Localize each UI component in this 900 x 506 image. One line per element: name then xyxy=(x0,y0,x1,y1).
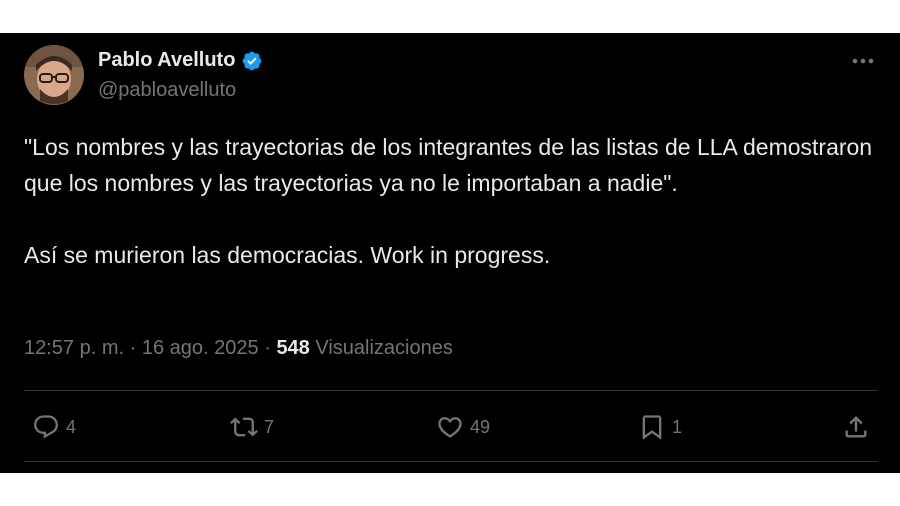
verified-icon xyxy=(241,50,263,72)
views-label: Visualizaciones xyxy=(315,337,453,359)
meta-separator: · xyxy=(129,337,137,359)
share-button[interactable] xyxy=(842,407,870,447)
like-count: 49 xyxy=(470,416,491,437)
retweet-button[interactable]: 7 xyxy=(230,407,274,447)
author-handle[interactable]: @pabloavelluto xyxy=(98,79,236,102)
author-name-text[interactable]: Pablo Avelluto xyxy=(98,49,235,72)
tweet-paragraph: "Los nombres y las trayectorias de los i… xyxy=(24,134,873,196)
tweet-card: Pablo Avelluto @pabloavelluto "Los nombr… xyxy=(0,33,900,473)
views-count[interactable]: 548 xyxy=(276,337,309,359)
retweet-icon xyxy=(230,417,258,437)
reply-icon xyxy=(34,415,58,439)
tweet-meta: 12:57 p. m. · 16 ago. 2025 · 548 Visuali… xyxy=(24,337,453,360)
reply-count: 4 xyxy=(66,416,77,437)
like-icon xyxy=(438,417,462,438)
tweet-date[interactable]: 16 ago. 2025 xyxy=(142,337,259,359)
share-icon xyxy=(845,416,867,438)
tweet-text: "Los nombres y las trayectorias de los i… xyxy=(24,129,874,273)
bookmark-icon xyxy=(642,415,662,440)
tweet-paragraph: Así se murieron las democracias. Work in… xyxy=(24,242,551,268)
action-bar: 4 7 49 1 xyxy=(24,407,878,447)
author-name[interactable]: Pablo Avelluto xyxy=(98,49,263,72)
meta-separator: · xyxy=(264,337,271,359)
bookmark-button[interactable]: 1 xyxy=(638,407,682,447)
like-button[interactable]: 49 xyxy=(436,407,490,447)
divider xyxy=(24,461,878,462)
divider xyxy=(24,390,878,391)
bookmark-count: 1 xyxy=(672,416,683,437)
reply-button[interactable]: 4 xyxy=(32,407,76,447)
avatar[interactable] xyxy=(24,45,84,105)
retweet-count: 7 xyxy=(264,416,275,437)
more-icon[interactable] xyxy=(850,51,876,71)
tweet-time[interactable]: 12:57 p. m. xyxy=(24,337,124,359)
